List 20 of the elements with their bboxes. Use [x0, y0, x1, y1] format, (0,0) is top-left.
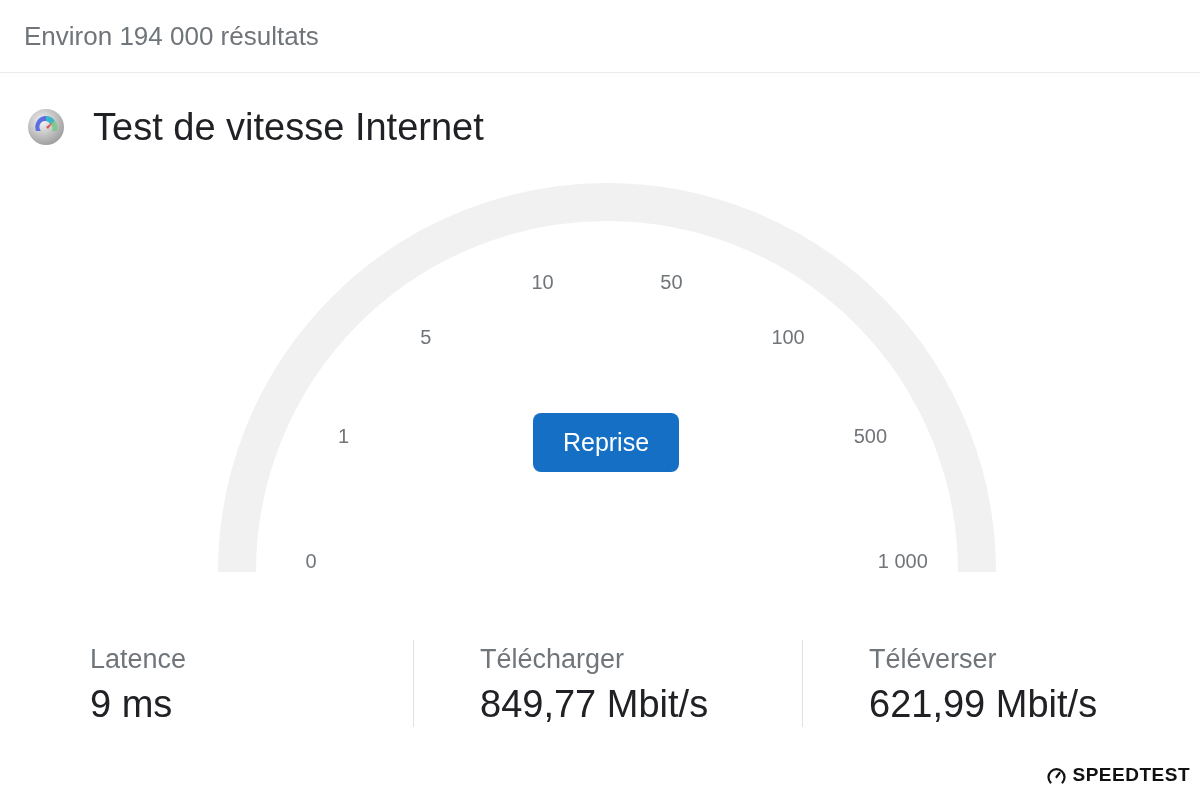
stat-label: Télécharger — [480, 644, 626, 674]
gauge-tick-label: 1 — [338, 425, 350, 446]
stat-label: Latence — [90, 644, 188, 674]
speedtest-logo-text: SPEEDTEST — [1072, 763, 1190, 787]
results-count: Environ 194 000 résultats — [24, 23, 319, 49]
sphere-icon — [28, 109, 64, 145]
gauge-icon — [1046, 766, 1066, 784]
stat-value: 621,99 Mbit/s — [869, 683, 1099, 725]
widget-title: Test de vitesse Internet — [93, 108, 484, 146]
stat-value: 9 ms — [90, 683, 174, 725]
gauge-tick-label: 500 — [853, 425, 888, 446]
stat-label: Téléverser — [869, 644, 998, 674]
gauge-tick-label: 5 — [420, 326, 432, 347]
gauge-tick-label: 1 000 — [877, 550, 928, 571]
stat-value: 849,77 Mbit/s — [480, 683, 710, 725]
gauge-tick-label: 100 — [771, 326, 805, 347]
restart-button[interactable]: Reprise — [533, 413, 679, 472]
gauge-tick-label: 0 — [305, 550, 317, 571]
gauge-tick-label: 10 — [531, 272, 554, 293]
gauge-tick-label: 50 — [660, 272, 683, 293]
